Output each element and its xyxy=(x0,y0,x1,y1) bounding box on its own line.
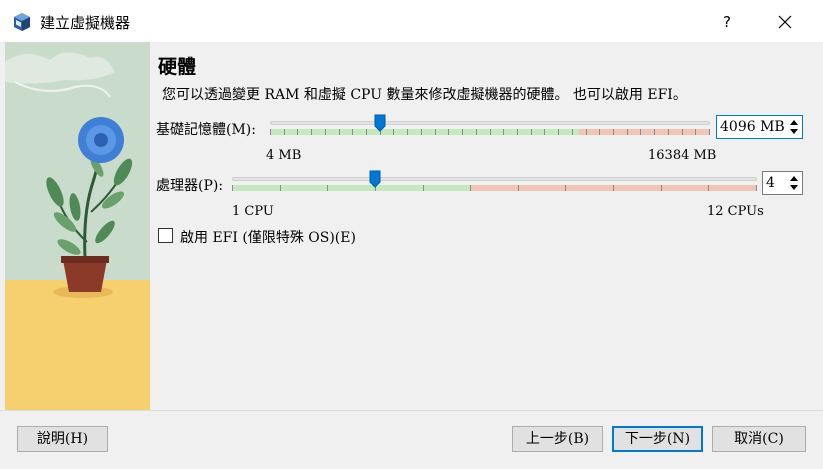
close-icon xyxy=(778,15,792,29)
virtualbox-cube-icon xyxy=(14,13,30,31)
memory-ticks xyxy=(270,129,710,135)
flower-illustration xyxy=(5,42,150,410)
cancel-button[interactable]: 取消(C) xyxy=(712,426,806,452)
processor-value[interactable]: 4 xyxy=(766,175,775,191)
memory-slider-thumb[interactable] xyxy=(374,114,386,132)
memory-label: 基礎記憶體(M): xyxy=(156,122,256,138)
wizard-content: 硬體 您可以透過變更 RAM 和虛擬 CPU 數量來修改虛擬機器的硬體。 也可以… xyxy=(0,42,823,410)
memory-slider-track xyxy=(270,121,710,125)
help-button[interactable]: 說明(H) xyxy=(17,426,108,452)
processor-ticks xyxy=(232,185,757,191)
wizard-footer: 說明(H) 上一步(B) 下一步(N) 取消(C) xyxy=(0,410,823,469)
efi-checkbox-label[interactable]: 啟用 EFI (僅限特殊 OS)(E) xyxy=(180,227,356,247)
processor-slider-track xyxy=(232,177,757,181)
processor-max-label: 12 CPUs xyxy=(707,204,764,219)
page-title: 硬體 xyxy=(158,56,197,78)
memory-value[interactable]: 4096 MB xyxy=(720,119,785,135)
processor-slider[interactable] xyxy=(232,170,757,197)
processor-label: 處理器(P): xyxy=(156,178,224,194)
processor-down-arrow-icon[interactable] xyxy=(787,183,801,193)
processor-up-arrow-icon[interactable] xyxy=(787,173,801,183)
memory-down-arrow-icon[interactable] xyxy=(787,127,801,137)
memory-spinbox[interactable]: 4096 MB xyxy=(716,115,803,139)
processor-slider-thumb[interactable] xyxy=(369,170,381,188)
memory-max-label: 16384 MB xyxy=(648,148,717,163)
help-title-button[interactable]: ? xyxy=(712,8,742,36)
page-description: 您可以透過變更 RAM 和虛擬 CPU 數量來修改虛擬機器的硬體。 也可以啟用 … xyxy=(162,87,687,103)
next-button[interactable]: 下一步(N) xyxy=(612,426,703,452)
window-title: 建立虛擬機器 xyxy=(40,14,131,32)
processor-min-label: 1 CPU xyxy=(232,204,274,219)
memory-min-label: 4 MB xyxy=(266,148,302,163)
close-button[interactable] xyxy=(770,8,800,36)
memory-up-arrow-icon[interactable] xyxy=(787,117,801,127)
efi-checkbox[interactable] xyxy=(158,228,173,243)
memory-slider[interactable] xyxy=(270,114,710,141)
title-bar: 建立虛擬機器 ? xyxy=(0,0,823,42)
back-button[interactable]: 上一步(B) xyxy=(512,426,603,452)
processor-spinbox[interactable]: 4 xyxy=(762,171,803,195)
